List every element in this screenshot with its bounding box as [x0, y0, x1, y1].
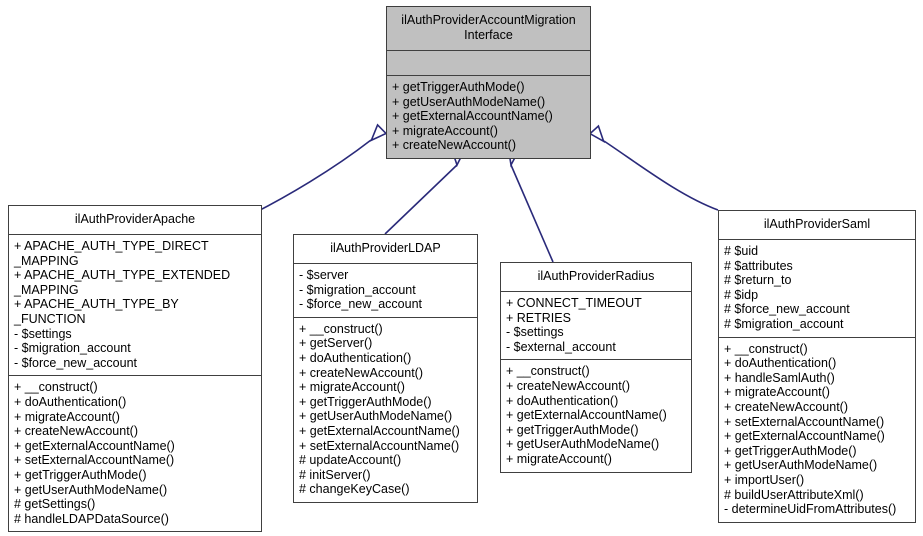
- method-row: + __construct(): [724, 341, 808, 356]
- class-attributes-ldap: - $server - $migration_account - $force_…: [294, 264, 477, 318]
- class-methods-saml: + __construct() + doAuthentication() + h…: [719, 338, 915, 522]
- method-row: - determineUidFromAttributes(): [724, 502, 897, 517]
- method-row: + getTriggerAuthMode(): [392, 80, 525, 94]
- class-title-ldap: ilAuthProviderLDAP: [294, 235, 477, 264]
- class-methods-interface: + getTriggerAuthMode() + getUserAuthMode…: [387, 76, 590, 158]
- attribute-row: + APACHE_AUTH_TYPE_BY _FUNCTION: [14, 297, 179, 326]
- class-attributes-interface: [387, 51, 590, 76]
- class-box-saml[interactable]: ilAuthProviderSaml # $uid # $attributes …: [718, 210, 916, 523]
- method-row: + setExternalAccountName(): [299, 438, 460, 453]
- class-title-interface: ilAuthProviderAccountMigration Interface: [387, 7, 590, 51]
- method-row: + getUserAuthModeName(): [392, 94, 546, 109]
- class-methods-apache: + __construct() + doAuthentication() + m…: [9, 376, 261, 531]
- class-methods-radius: + __construct() + createNewAccount() + d…: [501, 360, 691, 471]
- class-attributes-saml: # $uid # $attributes # $return_to # $idp…: [719, 240, 915, 338]
- attribute-row: # $uid: [724, 244, 759, 258]
- method-row: + getServer(): [299, 336, 373, 351]
- method-row: + getTriggerAuthMode(): [724, 443, 857, 458]
- attribute-row: - $settings: [14, 326, 72, 341]
- method-row: + doAuthentication(): [299, 350, 412, 365]
- method-row: + setExternalAccountName(): [14, 453, 175, 468]
- attribute-row: # $attributes: [724, 258, 793, 273]
- class-box-ldap[interactable]: ilAuthProviderLDAP - $server - $migratio…: [293, 234, 478, 503]
- method-row: + __construct(): [299, 321, 383, 336]
- method-row: + getExternalAccountName(): [14, 438, 175, 453]
- class-title-radius: ilAuthProviderRadius: [501, 263, 691, 292]
- attribute-row: - $force_new_account: [14, 355, 137, 370]
- arrowhead-apache: [369, 123, 388, 142]
- class-title-saml: ilAuthProviderSaml: [719, 211, 915, 240]
- method-row: + doAuthentication(): [724, 356, 837, 371]
- attribute-row: + RETRIES: [506, 310, 571, 325]
- method-row: + getUserAuthModeName(): [506, 437, 660, 452]
- method-row: + handleSamlAuth(): [724, 370, 835, 385]
- method-row: + getTriggerAuthMode(): [506, 422, 639, 437]
- method-row: + migrateAccount(): [724, 385, 830, 400]
- method-row: + getExternalAccountName(): [506, 408, 667, 423]
- method-row: + getTriggerAuthMode(): [14, 467, 147, 482]
- class-attributes-radius: + CONNECT_TIMEOUT + RETRIES - $settings …: [501, 292, 691, 361]
- arrowhead-saml: [588, 124, 606, 144]
- class-box-radius[interactable]: ilAuthProviderRadius + CONNECT_TIMEOUT +…: [500, 262, 692, 473]
- attribute-row: # $force_new_account: [724, 302, 850, 317]
- edge-radius-to-interface: [510, 164, 554, 263]
- method-row: # updateAccount(): [299, 453, 402, 468]
- method-row: + getTriggerAuthMode(): [299, 394, 432, 409]
- method-row: + migrateAccount(): [392, 123, 498, 138]
- uml-class-diagram: ilAuthProviderAccountMigration Interface…: [0, 0, 923, 536]
- edge-saml-to-interface: [603, 140, 719, 211]
- method-row: + createNewAccount(): [14, 424, 139, 439]
- attribute-row: # $idp: [724, 287, 759, 302]
- method-row: # handleLDAPDataSource(): [14, 511, 169, 526]
- class-attributes-apache: + APACHE_AUTH_TYPE_DIRECT _MAPPING + APA…: [9, 235, 261, 377]
- attribute-row: - $external_account: [506, 339, 616, 354]
- method-row: + createNewAccount(): [392, 138, 517, 153]
- method-row: + migrateAccount(): [299, 380, 405, 395]
- method-row: + migrateAccount(): [14, 409, 120, 424]
- method-row: + createNewAccount(): [724, 399, 849, 414]
- method-row: + setExternalAccountName(): [724, 414, 885, 429]
- attribute-row: - $force_new_account: [299, 297, 422, 312]
- method-row: + getUserAuthModeName(): [724, 458, 878, 473]
- method-row: + migrateAccount(): [506, 451, 612, 466]
- method-row: + doAuthentication(): [506, 393, 619, 408]
- class-box-interface[interactable]: ilAuthProviderAccountMigration Interface…: [386, 6, 591, 159]
- method-row: + doAuthentication(): [14, 394, 127, 409]
- method-row: + getExternalAccountName(): [299, 423, 460, 438]
- method-row: + __construct(): [506, 364, 590, 379]
- class-box-apache[interactable]: ilAuthProviderApache + APACHE_AUTH_TYPE_…: [8, 205, 262, 533]
- attribute-row: # $return_to: [724, 273, 792, 288]
- attribute-row: - $migration_account: [299, 282, 416, 297]
- method-row: + getExternalAccountName(): [724, 429, 885, 444]
- method-row: + createNewAccount(): [506, 378, 631, 393]
- attribute-row: + APACHE_AUTH_TYPE_EXTENDED _MAPPING: [14, 268, 231, 297]
- method-row: # getSettings(): [14, 497, 96, 512]
- attribute-row: - $migration_account: [14, 341, 131, 356]
- method-row: # initServer(): [299, 467, 371, 482]
- method-row: + getExternalAccountName(): [392, 109, 553, 124]
- method-row: + getUserAuthModeName(): [299, 409, 453, 424]
- method-row: + __construct(): [14, 380, 98, 395]
- attribute-row: - $server: [299, 268, 349, 282]
- attribute-row: # $migration_account: [724, 316, 844, 331]
- attribute-row: + CONNECT_TIMEOUT: [506, 296, 642, 310]
- class-methods-ldap: + __construct() + getServer() + doAuthen…: [294, 318, 477, 502]
- attribute-row: - $settings: [506, 325, 564, 340]
- method-row: + createNewAccount(): [299, 365, 424, 380]
- edge-ldap-to-interface: [384, 164, 458, 235]
- method-row: + getUserAuthModeName(): [14, 482, 168, 497]
- class-title-apache: ilAuthProviderApache: [9, 206, 261, 235]
- method-row: # buildUserAttributeXml(): [724, 487, 864, 502]
- method-row: + importUser(): [724, 472, 805, 487]
- method-row: # changeKeyCase(): [299, 482, 410, 497]
- attribute-row: + APACHE_AUTH_TYPE_DIRECT _MAPPING: [14, 239, 209, 268]
